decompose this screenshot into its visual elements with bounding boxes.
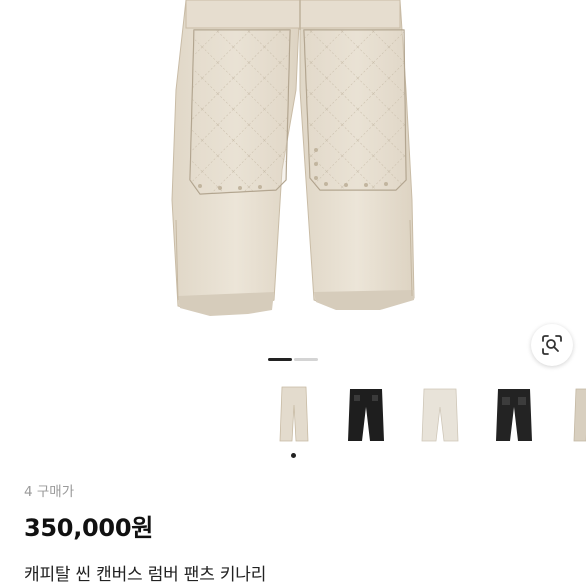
thumbnail-2[interactable] — [334, 380, 398, 450]
price: 350,000원 — [24, 514, 153, 542]
pager-inactive-indicator — [294, 358, 318, 361]
thumbnail-3[interactable] — [408, 380, 472, 450]
thumbnail-pants-image — [421, 388, 459, 442]
selected-thumbnail-indicator — [291, 453, 296, 458]
thumbnail-pants-image — [348, 389, 384, 441]
thumbnail-5[interactable] — [554, 380, 586, 450]
purchase-count-number: 4 — [24, 484, 33, 500]
thumbnail-1[interactable] — [262, 380, 326, 450]
product-main-image[interactable] — [0, 0, 586, 352]
thumbnail-strip[interactable] — [262, 380, 586, 460]
purchase-count-label: 구매가 — [36, 484, 75, 500]
visual-search-button[interactable] — [531, 324, 573, 366]
thumbnail-pants-image — [573, 388, 586, 442]
thumbnail-4[interactable] — [482, 380, 546, 450]
pants-illustration — [171, 0, 415, 316]
pager-active-indicator — [268, 358, 292, 361]
purchase-count: 4 구매가 — [24, 480, 74, 500]
thumbnail-pants-image — [279, 386, 309, 442]
product-title: 캐피탈 씬 캔버스 럼버 팬츠 키나리 — [24, 565, 267, 585]
thumbnail-pants-image — [496, 389, 532, 441]
image-pager — [268, 358, 318, 361]
visual-search-icon — [542, 335, 562, 355]
